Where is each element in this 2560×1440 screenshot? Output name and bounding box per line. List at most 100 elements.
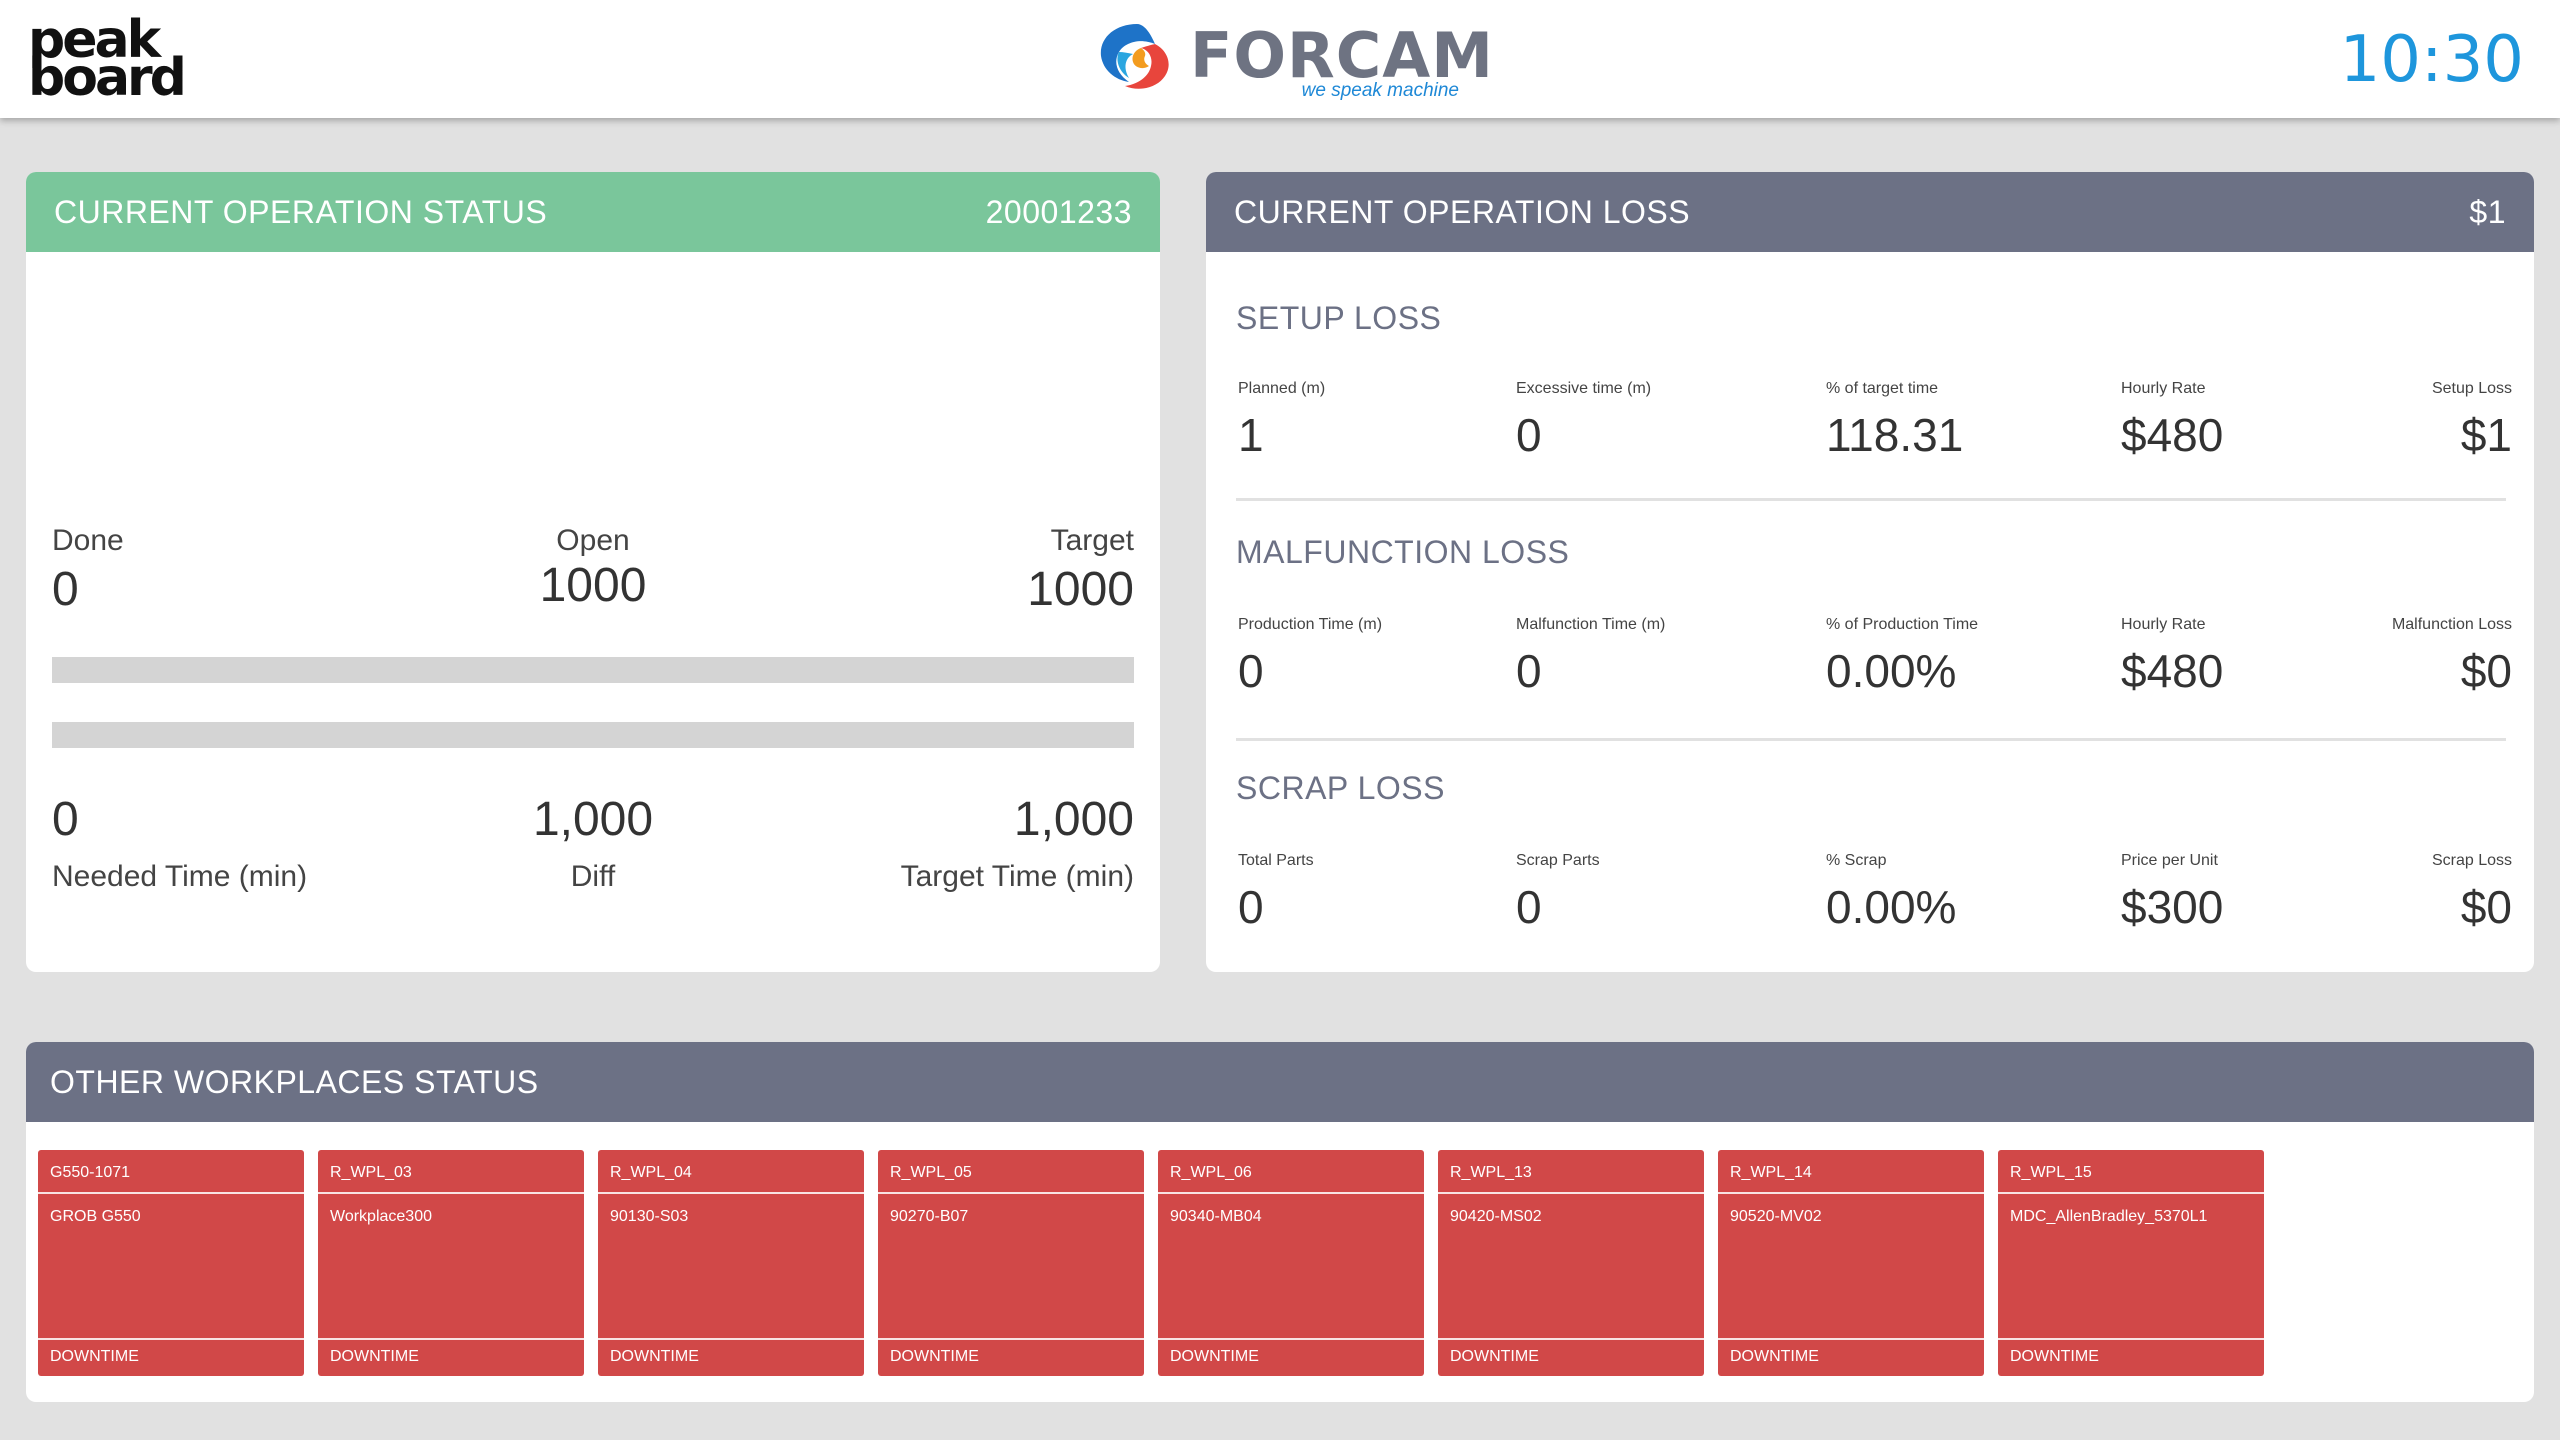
open-value: 1000 [539,559,647,612]
workplace-tile[interactable]: R_WPL_06 90340-MB04 DOWNTIME [1158,1150,1424,1376]
workplaces-card-header: OTHER WORKPLACES STATUS [26,1042,2534,1122]
workplace-id: R_WPL_15 [2010,1164,2092,1181]
tile-divider [1718,1192,1984,1194]
tile-divider [318,1192,584,1194]
tile-divider [1998,1338,2264,1340]
divider [1236,498,2506,501]
divider [1236,738,2506,741]
target-label: Target [1050,524,1134,557]
scrap-percent-label: % Scrap [1826,852,1887,869]
scrap-total-parts-value: 0 [1238,881,1264,933]
workplace-name: 90270-B07 [890,1208,969,1225]
workplace-name: 90520-MV02 [1730,1208,1822,1225]
workplace-status: DOWNTIME [1450,1348,1539,1365]
scrap-price-per-unit-label: Price per Unit [2121,852,2218,869]
setup-planned-value: 1 [1238,409,1264,461]
tile-divider [38,1192,304,1194]
malfunction-hourly-rate-label: Hourly Rate [2121,616,2206,633]
workplace-tile[interactable]: R_WPL_15 MDC_AllenBradley_5370L1 DOWNTIM… [1998,1150,2264,1376]
forcam-tagline: we speak machine [1301,80,1459,101]
other-workplaces-status-card: OTHER WORKPLACES STATUS G550-1071 GROB G… [26,1042,2534,1402]
malfunction-percent-label: % of Production Time [1826,616,1979,633]
scrap-price-per-unit-value: $300 [2121,881,2224,933]
workplace-tile[interactable]: R_WPL_03 Workplace300 DOWNTIME [318,1150,584,1376]
top-bar: peak board FORCAM we speak machine 10:30 [0,0,2560,118]
workplace-tile[interactable]: R_WPL_04 90130-S03 DOWNTIME [598,1150,864,1376]
tile-divider [878,1338,1144,1340]
setup-loss-label: Setup Loss [2431,380,2512,397]
workplace-status: DOWNTIME [50,1348,139,1365]
setup-percent-value: 118.31 [1826,409,1964,461]
tile-divider [878,1192,1144,1194]
setup-excessive-value: 0 [1516,409,1542,461]
workplace-name: Workplace300 [330,1208,432,1225]
workplace-name: 90130-S03 [610,1208,689,1225]
malfunction-loss-label: Malfunction Loss [2391,616,2512,633]
order-number: 20001233 [985,193,1132,230]
workplace-tile[interactable]: G550-1071 GROB G550 DOWNTIME [38,1150,304,1376]
tile-divider [1158,1338,1424,1340]
workplace-name: GROB G550 [50,1208,141,1225]
workplace-id: R_WPL_05 [890,1164,972,1181]
diff-value: 1,000 [532,793,654,846]
scrap-parts-label: Scrap Parts [1516,852,1600,869]
workplace-name: 90340-MB04 [1170,1208,1262,1225]
status-card-title: CURRENT OPERATION STATUS [54,193,548,230]
setup-percent-label: % of target time [1826,380,1939,397]
tile-divider [1718,1338,1984,1340]
forcam-logo: FORCAM we speak machine [1095,18,1493,106]
tile-divider [318,1338,584,1340]
malfunction-production-time-value: 0 [1238,645,1264,697]
peakboard-logo: peak board [28,14,187,104]
loss-card-header: CURRENT OPERATION LOSS $1 [1206,172,2534,252]
scrap-loss-title: SCRAP LOSS [1236,770,1445,806]
workplace-tiles: G550-1071 GROB G550 DOWNTIME R_WPL_03 Wo… [38,1150,2264,1376]
quantity-progress-bar [52,657,1134,683]
workplace-name: 90420-MS02 [1450,1208,1542,1225]
workplace-tile[interactable]: R_WPL_13 90420-MS02 DOWNTIME [1438,1150,1704,1376]
tile-divider [1998,1192,2264,1194]
current-operation-loss-card: CURRENT OPERATION LOSS $1 SETUP LOSS Pla… [1206,172,2534,972]
workplace-name: MDC_AllenBradley_5370L1 [2010,1208,2208,1225]
workplace-status: DOWNTIME [2010,1348,2099,1365]
loss-total: $1 [2469,193,2506,230]
workplace-id: R_WPL_04 [610,1164,692,1181]
setup-hourly-rate-value: $480 [2121,409,2224,461]
tile-divider [1438,1338,1704,1340]
workplace-status: DOWNTIME [330,1348,419,1365]
scrap-percent-value: 0.00% [1826,881,1957,933]
workplace-tile[interactable]: R_WPL_14 90520-MV02 DOWNTIME [1718,1150,1984,1376]
tile-divider [1438,1192,1704,1194]
workplace-id: R_WPL_03 [330,1164,412,1181]
peakboard-logo-line2: board [28,48,187,108]
malfunction-loss-value: $0 [2460,645,2512,697]
loss-card-title: CURRENT OPERATION LOSS [1234,193,1691,230]
tile-divider [38,1338,304,1340]
forcam-wordmark: FORCAM [1190,19,1494,92]
setup-loss-title: SETUP LOSS [1236,300,1442,336]
current-operation-status-card: CURRENT OPERATION STATUS 20001233 Done 0… [26,172,1160,972]
tile-divider [598,1192,864,1194]
malfunction-loss-title: MALFUNCTION LOSS [1236,534,1570,570]
workplace-status: DOWNTIME [890,1348,979,1365]
tile-divider [1158,1192,1424,1194]
setup-hourly-rate-label: Hourly Rate [2121,380,2206,397]
setup-excessive-label: Excessive time (m) [1516,380,1652,397]
workplace-status: DOWNTIME [1170,1348,1259,1365]
target-time-label: Target Time (min) [900,860,1134,893]
malfunction-time-value: 0 [1516,645,1542,697]
workplace-status: DOWNTIME [1730,1348,1819,1365]
status-card-header: CURRENT OPERATION STATUS 20001233 [26,172,1160,252]
workplace-tile[interactable]: R_WPL_05 90270-B07 DOWNTIME [878,1150,1144,1376]
scrap-loss-value: $0 [2460,881,2512,933]
malfunction-production-time-label: Production Time (m) [1238,616,1383,633]
workplace-id: G550-1071 [50,1164,131,1181]
clock: 10:30 [2339,23,2524,97]
target-value: 1000 [1027,563,1134,616]
malfunction-percent-value: 0.00% [1826,645,1957,697]
workplaces-card-title: OTHER WORKPLACES STATUS [50,1063,539,1100]
target-time-value: 1,000 [1013,793,1134,846]
setup-loss-value: $1 [2460,409,2512,461]
workplace-id: R_WPL_06 [1170,1164,1252,1181]
workplace-id: R_WPL_14 [1730,1164,1812,1181]
